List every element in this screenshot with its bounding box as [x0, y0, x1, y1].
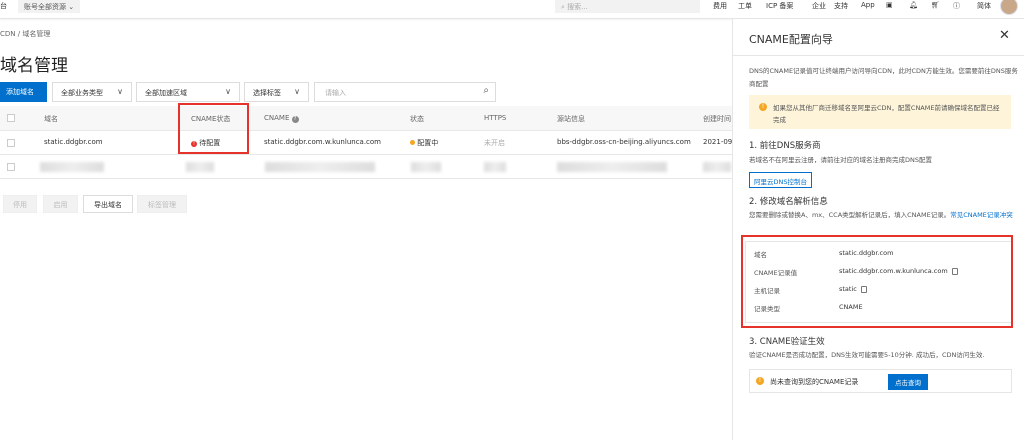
nav-support[interactable]: 支持 — [834, 1, 848, 11]
blurred-content — [40, 162, 104, 172]
add-domain-button[interactable]: 添加域名 — [0, 82, 47, 102]
breadcrumb: CDN / 域名管理 — [0, 29, 50, 39]
page-title: 域名管理 — [0, 56, 68, 76]
domain-search-input[interactable]: 请输入 ⌕ — [314, 82, 496, 102]
console-label[interactable]: 台 — [0, 1, 7, 11]
tag-select[interactable]: 选择标签 ∨ — [244, 82, 309, 102]
chevron-down-icon: ∨ — [294, 87, 300, 96]
created-cell: 2021-09- — [703, 138, 735, 146]
search-icon: ⌕ — [561, 3, 565, 11]
warning-icon: ! — [756, 377, 764, 385]
bell-icon[interactable]: 🔔︎ — [909, 1, 918, 9]
header-domain: 域名 — [44, 115, 58, 123]
breadcrumb-current: 域名管理 — [22, 30, 51, 38]
export-domains-button[interactable]: 导出域名 — [83, 195, 133, 213]
warning-icon: ! — [759, 103, 767, 111]
table-header: 域名 CNAME状态 CNAME ? 状态 HTTPS 源站信息 创建时间 — [0, 106, 732, 131]
nav-icp[interactable]: ICP 备案 — [766, 1, 793, 11]
business-type-label: 全部业务类型 — [61, 89, 103, 97]
breadcrumb-cdn[interactable]: CDN — [0, 30, 16, 38]
warning-text: 如果您从其他厂商迁移域名至阿里云CDN，配置CNAME前请确保域名配置已经完成 — [773, 104, 1000, 124]
table-row-blurred — [0, 155, 732, 179]
blurred-content — [703, 162, 731, 172]
cname-guide-panel: CNAME配置向导 ✕ DNS的CNAME记录值可让终端用户访问导向CDN，此时… — [732, 19, 1024, 440]
chevron-down-icon: ∨ — [225, 87, 231, 96]
nav-tickets[interactable]: 工单 — [738, 1, 752, 11]
tag-label: 选择标签 — [253, 89, 281, 97]
highlight-box — [741, 235, 1013, 328]
blurred-content — [557, 162, 667, 172]
header-https: HTTPS — [484, 114, 507, 122]
cart-icon[interactable]: 🛒︎ — [931, 1, 940, 9]
header-cname-label: CNAME — [264, 114, 290, 122]
header-status: 状态 — [410, 115, 424, 123]
header-created: 创建时间 — [703, 115, 731, 123]
header-cname: CNAME ? — [264, 114, 299, 123]
dns-console-button[interactable]: 阿里云DNS控制台 — [749, 172, 812, 188]
header-origin: 源站信息 — [557, 115, 585, 123]
status-text: 配置中 — [417, 139, 439, 147]
query-result-box: ! 尚未查询到您的CNAME记录 点击查询 — [749, 369, 1012, 393]
nav-enterprise[interactable]: 企业 — [812, 1, 826, 11]
step1-title: 1. 前往DNS服务商 — [749, 141, 821, 151]
blurred-content — [484, 162, 506, 172]
blurred-content — [411, 162, 441, 172]
cname-conflict-link[interactable]: 常见CNAME记录冲突 — [950, 211, 1013, 219]
highlight-box — [178, 103, 249, 154]
resource-selector-label: 账号全部资源 — [24, 3, 66, 11]
help-icon[interactable]: ? — [291, 116, 299, 123]
domain-cell[interactable]: static.ddgbr.com — [44, 138, 103, 146]
nav-app[interactable]: App — [861, 1, 875, 9]
step2-desc: 您需要删除或替换A、mx、CCA类型解析记录后，填入CNAME记录。 — [749, 211, 951, 219]
divider — [733, 55, 1024, 56]
select-all-checkbox[interactable] — [7, 114, 15, 122]
tag-management-button[interactable]: 标签管理 — [137, 195, 187, 213]
row-checkbox[interactable] — [7, 163, 15, 171]
chevron-down-icon: ∨ — [117, 87, 123, 96]
language-switch[interactable]: 简体 — [977, 1, 991, 11]
business-type-select[interactable]: 全部业务类型 ∨ — [52, 82, 132, 102]
search-placeholder: 请输入 — [325, 89, 346, 97]
avatar[interactable] — [1000, 0, 1018, 15]
breadcrumb-sep: / — [17, 30, 21, 38]
chevron-down-icon: ⌄ — [68, 3, 75, 11]
step1-text: 若域名不在阿里云注册，请前往对应的域名注册商完成DNS配置 — [749, 156, 932, 164]
help-icon[interactable]: ⓘ — [953, 1, 960, 11]
table-row: static.ddgbr.com ! 待配置 static.ddgbr.com.… — [0, 131, 735, 155]
cname-cell: static.ddgbr.com.w.kunlunca.com — [264, 138, 382, 146]
step2-title: 2. 修改域名解析信息 — [749, 197, 828, 207]
top-bar: 台 账号全部资源 ⌄ ⌕ 搜索... 费用 工单 ICP 备案 企业 支持 Ap… — [0, 0, 1024, 19]
intro-text: DNS的CNAME记录值可让终端用户访问导向CDN，此时CDN方能生效。您需要前… — [749, 67, 1018, 88]
terminal-icon[interactable]: ▣ — [886, 1, 893, 9]
panel-title: CNAME配置向导 — [749, 33, 833, 46]
warning-banner: ! 如果您从其他厂商迁移域名至阿里云CDN，配置CNAME前请确保域名配置已经完成 — [749, 95, 1011, 129]
search-placeholder: 搜索... — [567, 3, 588, 11]
row-checkbox[interactable] — [7, 139, 15, 147]
global-search-input[interactable]: ⌕ 搜索... — [555, 0, 700, 13]
step2-text: 您需要删除或替换A、mx、CCA类型解析记录后，填入CNAME记录。常见CNAM… — [749, 209, 1019, 222]
search-icon[interactable]: ⌕ — [483, 85, 489, 96]
status-dot-icon — [410, 140, 415, 145]
result-text: 尚未查询到您的CNAME记录 — [770, 378, 859, 386]
query-button[interactable]: 点击查询 — [888, 374, 928, 390]
region-select[interactable]: 全部加速区域 ∨ — [136, 82, 240, 102]
blurred-content — [265, 162, 375, 172]
resource-selector[interactable]: 账号全部资源 ⌄ — [18, 0, 81, 13]
enable-button[interactable]: 启用 — [43, 195, 78, 213]
step3-text: 验证CNAME是否成功配置，DNS生效可能需要5-10分钟. 成功后，CDN访问… — [749, 351, 985, 359]
region-label: 全部加速区域 — [145, 89, 187, 97]
https-cell: 未开启 — [484, 139, 505, 147]
status-cell: 配置中 — [410, 138, 438, 148]
close-icon[interactable]: ✕ — [999, 28, 1010, 43]
step3-title: 3. CNAME验证生效 — [749, 337, 825, 347]
origin-cell: bbs-ddgbr.oss-cn-beijing.aliyuncs.com — [557, 138, 691, 146]
nav-billing[interactable]: 费用 — [713, 1, 727, 11]
blurred-content — [186, 162, 214, 172]
disable-button[interactable]: 停用 — [3, 195, 37, 213]
